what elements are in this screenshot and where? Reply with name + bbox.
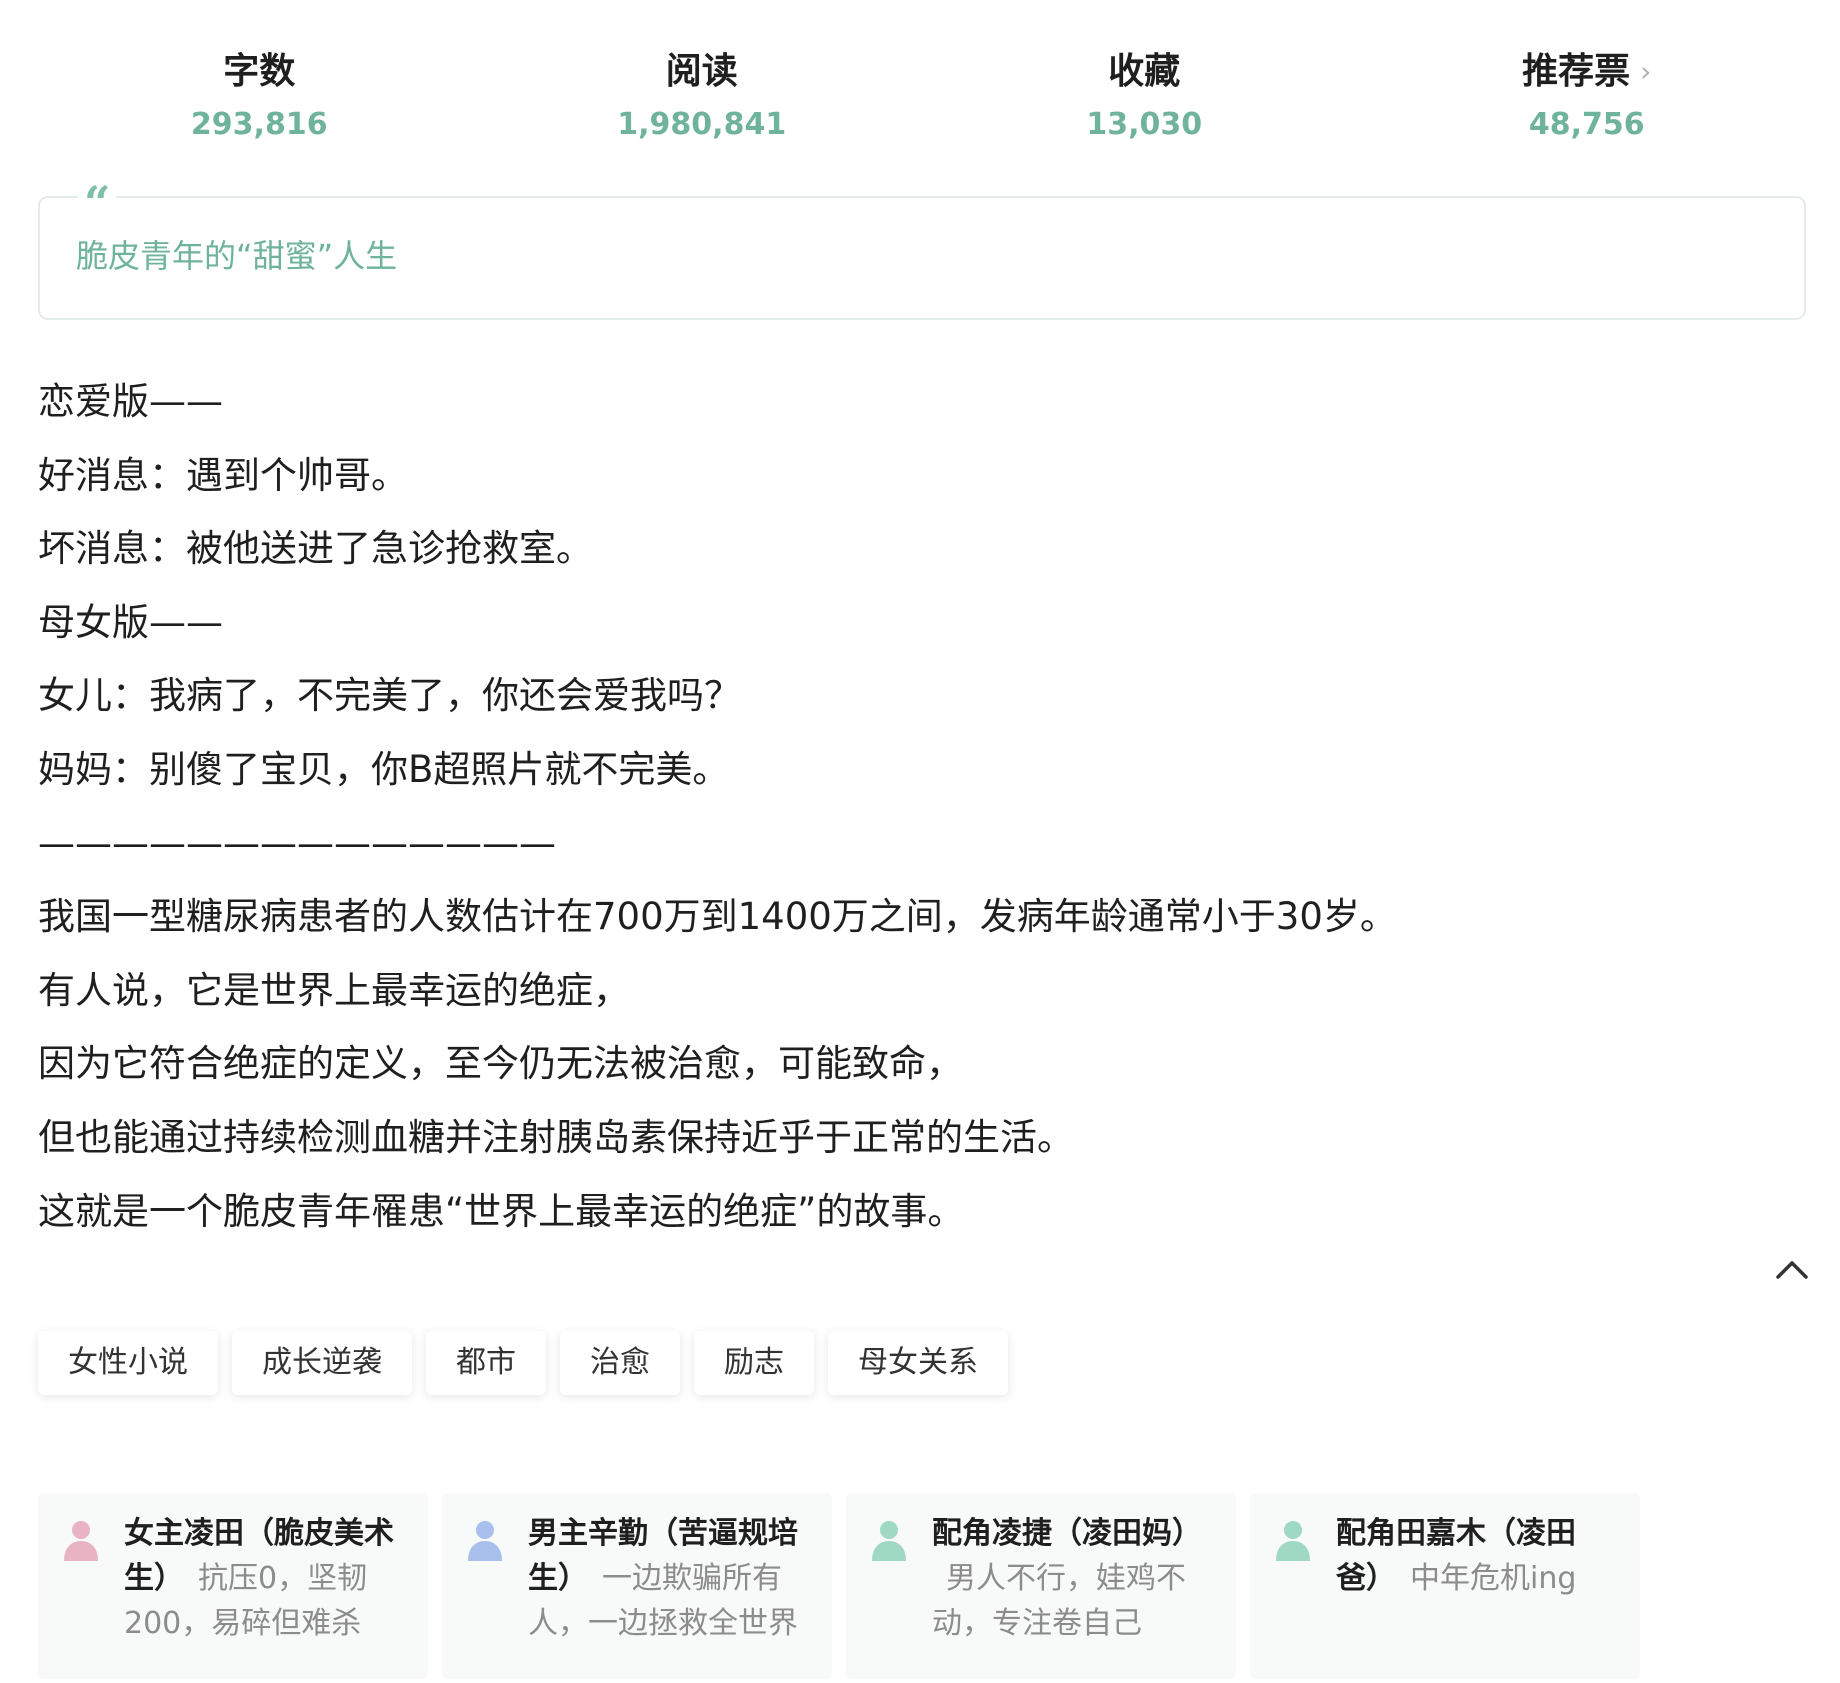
stat-value: 1,980,841 [617, 107, 787, 142]
stat-recommend-votes[interactable]: 推荐票 › 48,756 [1366, 44, 1809, 148]
quote-mark-icon: “ [78, 180, 117, 214]
synopsis: 恋爱版—— 好消息：遇到个帅哥。 坏消息：被他送进了急诊抢救室。 母女版—— 女… [38, 365, 1738, 1248]
character-text: 男主辛勤（苦逼规培生） 一边欺骗所有人，一边拯救全世界 [528, 1511, 806, 1646]
stat-label: 收藏 [1108, 51, 1181, 92]
person-icon [64, 1521, 98, 1561]
character-card[interactable]: 配角田嘉木（凌田爸） 中年危机ing [1250, 1493, 1640, 1679]
character-list: 女主凌田（脆皮美术生） 抗压0，坚韧200，易碎但难杀 男主辛勤（苦逼规培生） 一边… [38, 1493, 1654, 1679]
book-info-page: 字数 293,816 阅读 1,980,841 收藏 13,030 推荐票 › 4… [0, 0, 1840, 1683]
synopsis-divider-line: —————————————— [38, 821, 556, 865]
person-icon [1276, 1521, 1310, 1561]
synopsis-line: 我国一型糖尿病患者的人数估计在700万到1400万之间，发病年龄通常小于30岁。 [38, 895, 1397, 939]
chevron-up-icon[interactable] [1772, 1250, 1812, 1290]
synopsis-line: 好消息：遇到个帅哥。 [38, 453, 408, 497]
synopsis-line: 妈妈：别傻了宝贝，你B超照片就不完美。 [38, 747, 730, 791]
synopsis-line: 女儿：我病了，不完美了，你还会爱我吗？ [38, 674, 741, 718]
synopsis-line: 恋爱版—— [38, 380, 223, 423]
stat-value: 13,030 [1086, 107, 1203, 142]
character-text: 配角凌捷（凌田妈） 男人不行，娃鸡不动，专注卷自己 [932, 1511, 1210, 1646]
person-icon [468, 1521, 502, 1561]
tag-item[interactable]: 女性小说 [38, 1331, 218, 1395]
stat-value: 293,816 [190, 107, 328, 142]
synopsis-line: 但也能通过持续检测血糖并注射胰岛素保持近乎于正常的生活。 [38, 1115, 1074, 1159]
collapse-synopsis-button[interactable] [1772, 1250, 1812, 1290]
synopsis-line: 有人说，它是世界上最幸运的绝症， [38, 968, 630, 1012]
character-text: 配角田嘉木（凌田爸） 中年危机ing [1336, 1511, 1614, 1601]
synopsis-line: 因为它符合绝症的定义，至今仍无法被治愈，可能致命， [38, 1042, 963, 1086]
tag-item[interactable]: 都市 [426, 1331, 546, 1395]
stat-label: 阅读 [665, 51, 738, 92]
stat-label: 字数 [223, 51, 296, 92]
synopsis-line: 这就是一个脆皮青年罹患“世界上最幸运的绝症”的故事。 [38, 1189, 965, 1233]
tag-item[interactable]: 母女关系 [828, 1331, 1008, 1395]
tag-item[interactable]: 成长逆袭 [232, 1331, 412, 1395]
tag-item[interactable]: 励志 [694, 1331, 814, 1395]
character-text: 女主凌田（脆皮美术生） 抗压0，坚韧200，易碎但难杀 [124, 1511, 402, 1646]
stat-value: 48,756 [1528, 107, 1645, 142]
person-icon [872, 1521, 906, 1561]
stat-favorites: 收藏 13,030 [923, 44, 1366, 148]
tagline-quote-box: “ 脆皮青年的“甜蜜”人生 [38, 180, 1806, 320]
stat-word-count: 字数 293,816 [38, 44, 481, 148]
stat-label-with-link[interactable]: 推荐票 › [1366, 44, 1809, 100]
stats-row: 字数 293,816 阅读 1,980,841 收藏 13,030 推荐票 › 4… [38, 44, 1808, 148]
character-card[interactable]: 配角凌捷（凌田妈） 男人不行，娃鸡不动，专注卷自己 [846, 1493, 1236, 1679]
character-description: 中年危机ing [1410, 1561, 1577, 1596]
character-card[interactable]: 女主凌田（脆皮美术生） 抗压0，坚韧200，易碎但难杀 [38, 1493, 428, 1679]
chevron-right-icon[interactable]: › [1640, 44, 1651, 100]
synopsis-line: 母女版—— [38, 600, 223, 644]
stat-label[interactable]: 推荐票 [1522, 51, 1630, 92]
synopsis-line: 坏消息：被他送进了急诊抢救室。 [38, 527, 593, 571]
stat-reads: 阅读 1,980,841 [481, 44, 924, 148]
tagline-text: 脆皮青年的“甜蜜”人生 [76, 237, 398, 275]
character-description: 男人不行，娃鸡不动，专注卷自己 [932, 1561, 1186, 1641]
tag-list: 女性小说 成长逆袭 都市 治愈 励志 母女关系 [38, 1331, 1022, 1395]
character-card[interactable]: 男主辛勤（苦逼规培生） 一边欺骗所有人，一边拯救全世界 [442, 1493, 832, 1679]
character-name: 配角凌捷（凌田妈） [932, 1516, 1202, 1551]
tag-item[interactable]: 治愈 [560, 1331, 680, 1395]
